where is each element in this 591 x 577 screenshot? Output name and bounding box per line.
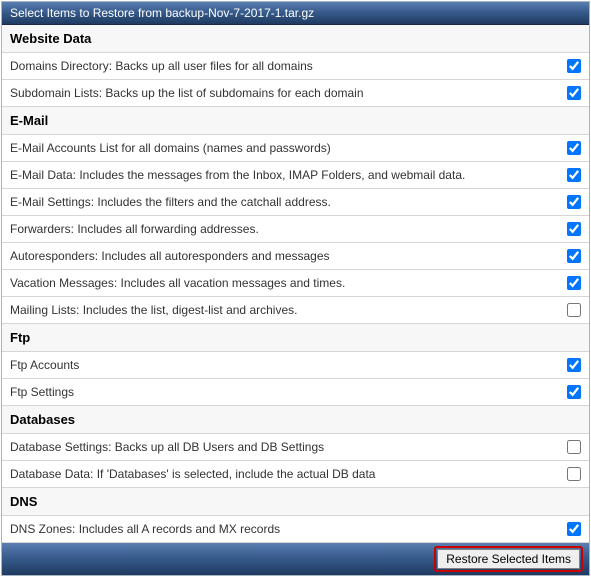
section-header: DNS xyxy=(2,488,589,516)
item-row: E-Mail Settings: Includes the filters an… xyxy=(2,189,589,216)
item-label: Domains Directory: Backs up all user fil… xyxy=(10,59,567,73)
item-row: Database Data: If 'Databases' is selecte… xyxy=(2,461,589,488)
item-label: Forwarders: Includes all forwarding addr… xyxy=(10,222,567,236)
item-row: Mailing Lists: Includes the list, digest… xyxy=(2,297,589,324)
item-label: Mailing Lists: Includes the list, digest… xyxy=(10,303,567,317)
item-checkbox[interactable] xyxy=(567,195,581,209)
item-row: Vacation Messages: Includes all vacation… xyxy=(2,270,589,297)
item-checkbox[interactable] xyxy=(567,249,581,263)
item-row: Forwarders: Includes all forwarding addr… xyxy=(2,216,589,243)
item-row: Subdomain Lists: Backs up the list of su… xyxy=(2,80,589,107)
section-header: Ftp xyxy=(2,324,589,352)
item-checkbox[interactable] xyxy=(567,141,581,155)
section-header: Databases xyxy=(2,406,589,434)
item-checkbox[interactable] xyxy=(567,168,581,182)
item-label: DNS Zones: Includes all A records and MX… xyxy=(10,522,567,536)
item-row: Ftp Settings xyxy=(2,379,589,406)
item-row: DNS Zones: Includes all A records and MX… xyxy=(2,516,589,543)
item-row: Ftp Accounts xyxy=(2,352,589,379)
item-checkbox[interactable] xyxy=(567,59,581,73)
item-label: Subdomain Lists: Backs up the list of su… xyxy=(10,86,567,100)
item-checkbox[interactable] xyxy=(567,276,581,290)
item-label: Database Settings: Backs up all DB Users… xyxy=(10,440,567,454)
item-label: Database Data: If 'Databases' is selecte… xyxy=(10,467,567,481)
item-label: E-Mail Settings: Includes the filters an… xyxy=(10,195,567,209)
section-header: Website Data xyxy=(2,25,589,53)
item-label: E-Mail Accounts List for all domains (na… xyxy=(10,141,567,155)
item-checkbox[interactable] xyxy=(567,440,581,454)
restore-button[interactable]: Restore Selected Items xyxy=(437,549,580,569)
item-label: E-Mail Data: Includes the messages from … xyxy=(10,168,567,182)
item-checkbox[interactable] xyxy=(567,358,581,372)
restore-panel: Select Items to Restore from backup-Nov-… xyxy=(1,1,590,576)
item-checkbox[interactable] xyxy=(567,467,581,481)
item-checkbox[interactable] xyxy=(567,86,581,100)
item-row: Domains Directory: Backs up all user fil… xyxy=(2,53,589,80)
restore-highlight: Restore Selected Items xyxy=(434,546,583,572)
item-row: E-Mail Data: Includes the messages from … xyxy=(2,162,589,189)
item-checkbox[interactable] xyxy=(567,385,581,399)
panel-content: Website Data Domains Directory: Backs up … xyxy=(2,25,589,543)
item-row: Autoresponders: Includes all autorespond… xyxy=(2,243,589,270)
item-row: Database Settings: Backs up all DB Users… xyxy=(2,434,589,461)
item-label: Ftp Accounts xyxy=(10,358,567,372)
panel-footer: Restore Selected Items xyxy=(2,543,589,575)
item-checkbox[interactable] xyxy=(567,303,581,317)
item-checkbox[interactable] xyxy=(567,222,581,236)
section-header: E-Mail xyxy=(2,107,589,135)
item-checkbox[interactable] xyxy=(567,522,581,536)
item-label: Vacation Messages: Includes all vacation… xyxy=(10,276,567,290)
panel-title: Select Items to Restore from backup-Nov-… xyxy=(2,2,589,25)
item-label: Ftp Settings xyxy=(10,385,567,399)
item-label: Autoresponders: Includes all autorespond… xyxy=(10,249,567,263)
item-row: E-Mail Accounts List for all domains (na… xyxy=(2,135,589,162)
